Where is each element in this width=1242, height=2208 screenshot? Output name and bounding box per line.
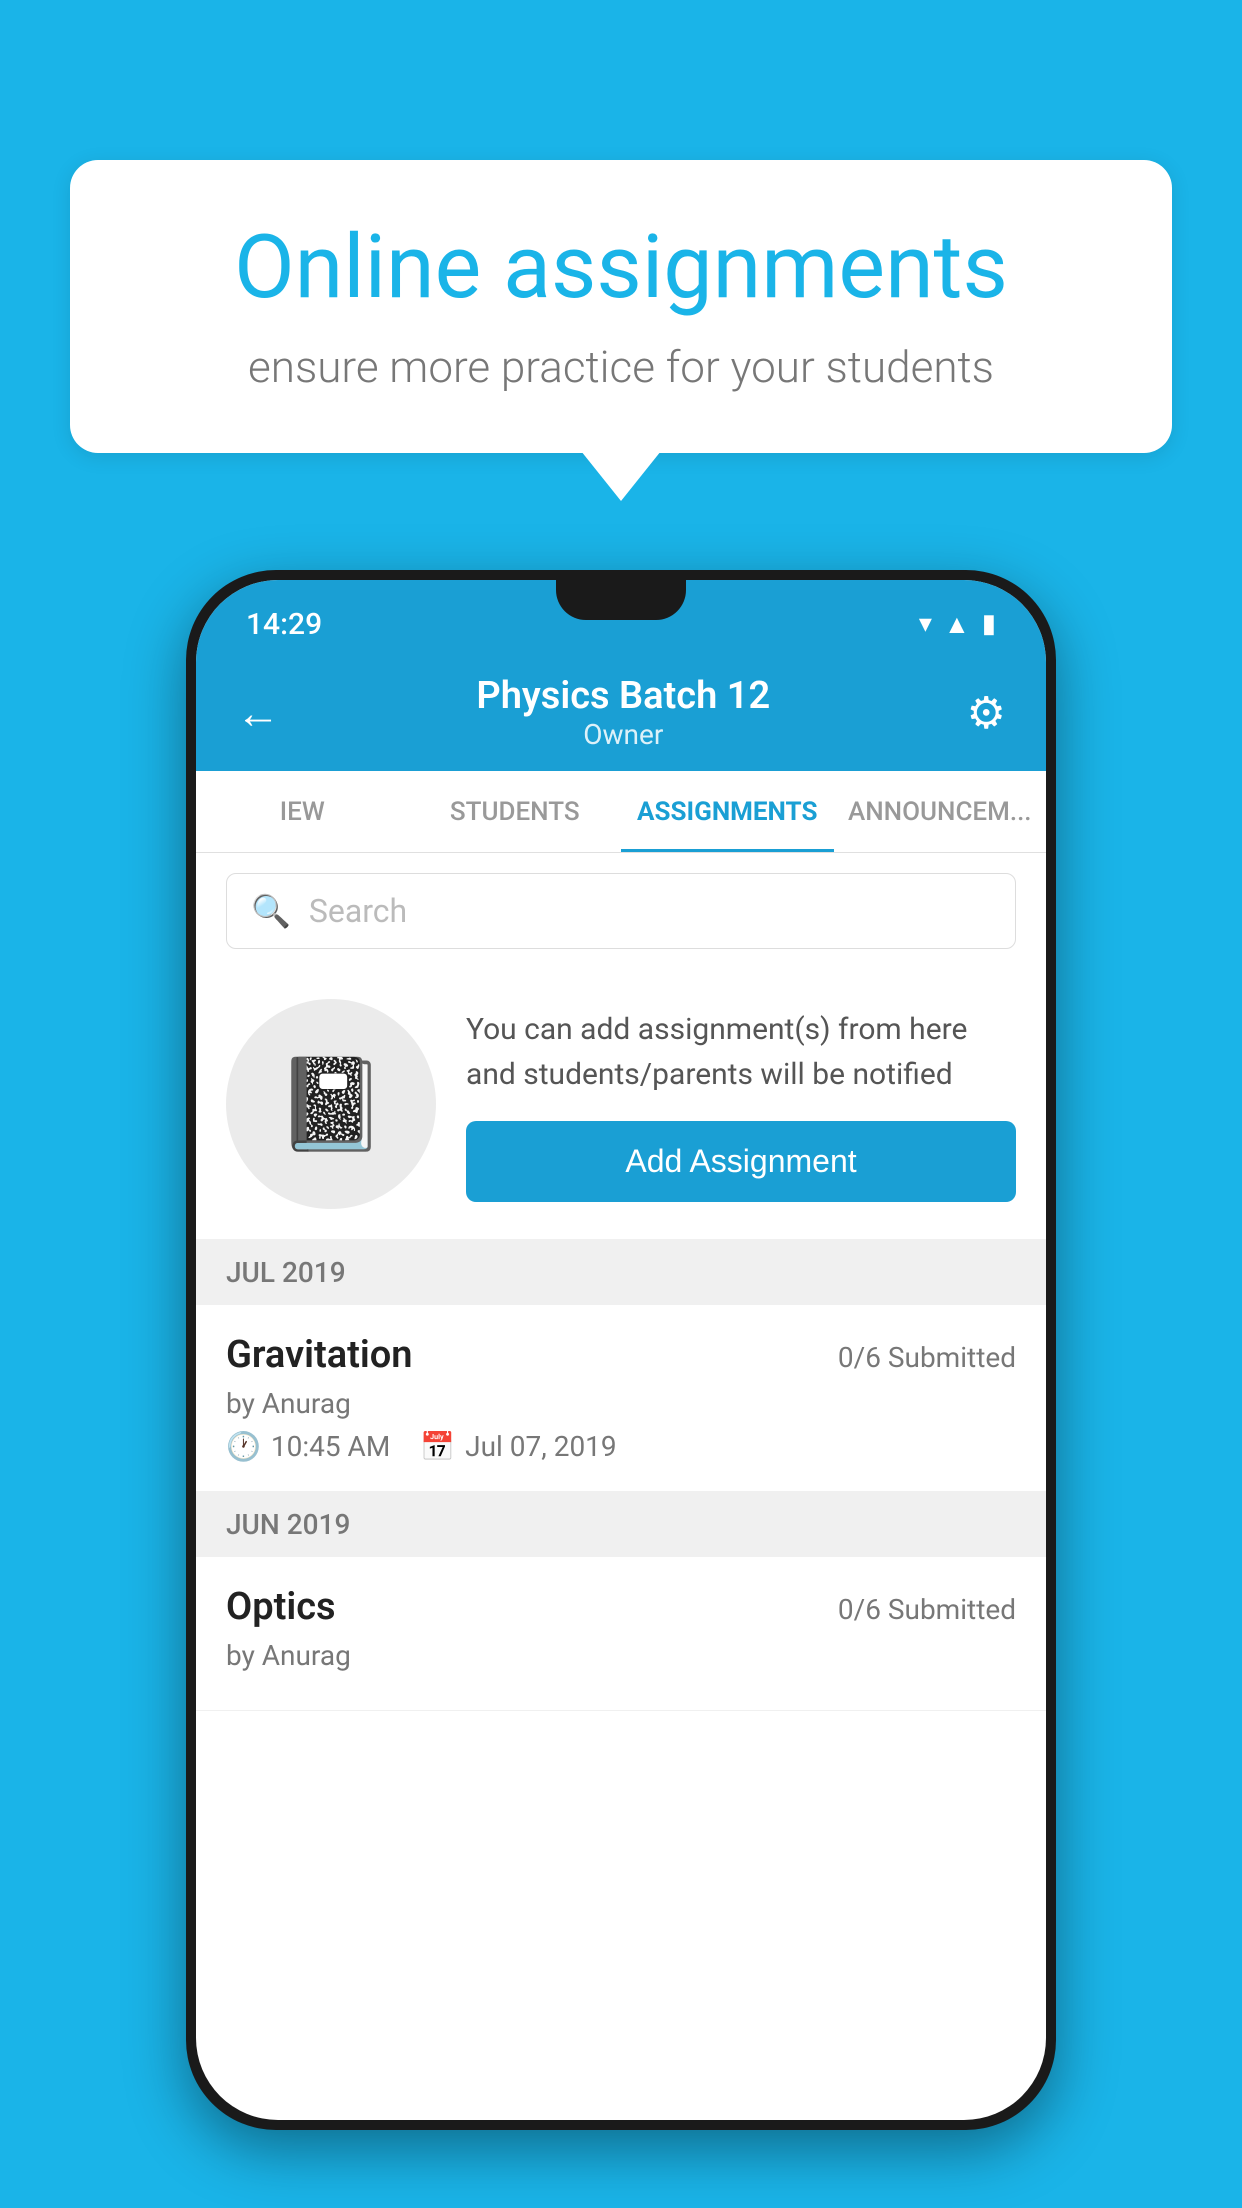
assignment-row-top-optics: Optics 0/6 Submitted [226,1585,1016,1629]
phone-screen: 14:29 ▾ ▲ ▮ ← Physics Batch 12 Owner ⚙ I… [196,580,1046,2120]
assignment-item-gravitation[interactable]: Gravitation 0/6 Submitted by Anurag 🕐 10… [196,1305,1046,1492]
assignment-name-optics: Optics [226,1585,336,1629]
promo-icon-circle: 📓 [226,999,436,1209]
section-label-jun: JUN 2019 [226,1508,350,1541]
tab-announcements[interactable]: ANNOUNCEM... [834,771,1047,852]
meta-date-value: Jul 07, 2019 [465,1430,617,1463]
bubble-title: Online assignments [140,220,1102,317]
tabs-bar: IEW STUDENTS ASSIGNMENTS ANNOUNCEM... [196,771,1046,853]
speech-bubble-container: Online assignments ensure more practice … [70,160,1172,453]
status-icons: ▾ ▲ ▮ [919,609,996,640]
header-center: Physics Batch 12 Owner [476,674,770,751]
search-icon: 🔍 [251,892,291,930]
section-label-jul: JUL 2019 [226,1256,346,1289]
tab-students[interactable]: STUDENTS [409,771,622,852]
add-assignment-button[interactable]: Add Assignment [466,1121,1016,1202]
phone-shell: 14:29 ▾ ▲ ▮ ← Physics Batch 12 Owner ⚙ I… [186,570,1056,2130]
battery-icon: ▮ [982,609,996,639]
bubble-subtitle: ensure more practice for your students [140,341,1102,393]
assignment-by-optics: by Anurag [226,1639,1016,1672]
promo-card: 📓 You can add assignment(s) from here an… [196,969,1046,1240]
wifi-icon: ▾ [919,609,932,639]
tab-assignments[interactable]: ASSIGNMENTS [621,771,834,852]
signal-icon: ▲ [944,609,970,640]
search-bar[interactable]: 🔍 Search [226,873,1016,949]
assignment-by-gravitation: by Anurag [226,1387,1016,1420]
search-container: 🔍 Search [196,853,1046,969]
meta-time-gravitation: 🕐 10:45 AM [226,1430,390,1463]
assignment-meta-gravitation: 🕐 10:45 AM 📅 Jul 07, 2019 [226,1430,1016,1463]
tab-iew[interactable]: IEW [196,771,409,852]
calendar-icon: 📅 [420,1430,455,1463]
header-subtitle: Owner [476,718,770,751]
assignment-row-top: Gravitation 0/6 Submitted [226,1333,1016,1377]
promo-text: You can add assignment(s) from here and … [466,1007,1016,1097]
back-button[interactable]: ← [236,687,280,739]
assignment-name-gravitation: Gravitation [226,1333,413,1377]
assignment-submitted-optics: 0/6 Submitted [838,1593,1016,1626]
assignment-submitted-gravitation: 0/6 Submitted [838,1341,1016,1374]
section-header-jul: JUL 2019 [196,1240,1046,1305]
app-header: ← Physics Batch 12 Owner ⚙ [196,652,1046,771]
gear-icon[interactable]: ⚙ [967,687,1006,739]
speech-bubble: Online assignments ensure more practice … [70,160,1172,453]
search-placeholder: Search [309,892,407,930]
phone-notch [556,580,686,620]
assignment-item-optics[interactable]: Optics 0/6 Submitted by Anurag [196,1557,1046,1711]
promo-content: You can add assignment(s) from here and … [466,1007,1016,1202]
header-title: Physics Batch 12 [476,674,770,718]
meta-date-gravitation: 📅 Jul 07, 2019 [420,1430,616,1463]
meta-time-value: 10:45 AM [271,1430,390,1463]
status-time: 14:29 [246,607,322,642]
clock-icon: 🕐 [226,1430,261,1463]
notebook-icon: 📓 [275,1052,387,1157]
phone-mockup: 14:29 ▾ ▲ ▮ ← Physics Batch 12 Owner ⚙ I… [186,570,1056,2130]
section-header-jun: JUN 2019 [196,1492,1046,1557]
